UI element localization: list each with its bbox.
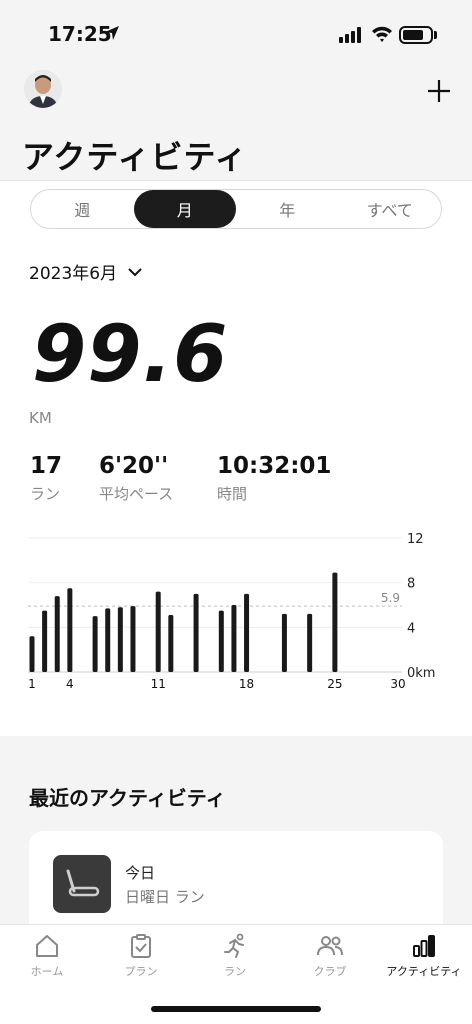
- tab-activity[interactable]: アクティビティ: [377, 933, 471, 979]
- chevron-down-icon: [128, 267, 142, 276]
- tab-activity-label: アクティビティ: [386, 965, 462, 978]
- pace-value: 6'20'': [99, 453, 169, 479]
- x-tick-label: 25: [327, 677, 342, 691]
- add-button[interactable]: [426, 78, 452, 104]
- y-tick-label: 8: [407, 577, 415, 592]
- period-segmented-control: 週 月 年 すべて: [30, 189, 442, 229]
- chart-bar: [54, 596, 60, 672]
- chart-bar: [218, 610, 224, 672]
- time-value: 10:32:01: [217, 453, 332, 479]
- x-tick-label: 4: [66, 677, 74, 691]
- header-divider: [0, 180, 472, 181]
- recent-activity-title: 最近のアクティビティ: [29, 786, 226, 810]
- runs-label: ラン: [30, 485, 61, 503]
- people-icon: [317, 936, 343, 956]
- chart-bar: [117, 607, 123, 672]
- treadmill-icon: [53, 855, 111, 913]
- chart-bar: [42, 610, 48, 672]
- segment-month[interactable]: 月: [133, 190, 236, 228]
- monthly-distance-chart: 0km 4 8 12 5.9 1 4 11 18 25 30: [28, 532, 435, 691]
- activity-card-subtitle: 日曜日 ラン: [125, 888, 205, 906]
- total-distance: 99.6: [32, 310, 229, 400]
- x-tick-label: 18: [239, 677, 254, 691]
- stat-time: 10:32:01 時間: [217, 453, 331, 504]
- chart-bar: [193, 593, 199, 672]
- period-dropdown[interactable]: 2023年6月: [29, 259, 143, 284]
- segment-all[interactable]: すべて: [339, 190, 442, 228]
- tab-club[interactable]: クラブ: [283, 933, 377, 979]
- page-title: アクティビティ: [22, 138, 248, 176]
- status-bar: 17:25: [0, 0, 472, 62]
- chart-bar: [231, 605, 237, 672]
- home-icon: [36, 935, 58, 957]
- home-indicator: [151, 1006, 321, 1012]
- time-label: 時間: [217, 485, 248, 503]
- tab-plan[interactable]: プラン: [94, 933, 188, 979]
- stat-pace: 6'20'' 平均ペース: [99, 453, 173, 504]
- chart-bar: [105, 608, 111, 672]
- tab-run-label: ラン: [224, 965, 246, 978]
- pace-label: 平均ペース: [99, 485, 174, 503]
- status-time: 17:25: [48, 22, 112, 46]
- distance-unit: KM: [29, 409, 52, 427]
- chart-bar: [67, 588, 73, 672]
- chart-bar: [281, 613, 287, 672]
- cellular-signal-icon: [339, 27, 361, 43]
- period-label: 2023年6月: [29, 264, 118, 284]
- chart-bar: [168, 615, 174, 672]
- chart-bar: [244, 593, 250, 672]
- tab-run[interactable]: ラン: [188, 933, 282, 979]
- chart-bar: [307, 613, 313, 672]
- segment-week[interactable]: 週: [31, 190, 134, 228]
- stat-runs: 17 ラン: [30, 453, 62, 504]
- location-arrow-icon: [105, 26, 119, 40]
- tab-club-label: クラブ: [313, 965, 347, 978]
- tab-home[interactable]: ホーム: [0, 933, 94, 979]
- chart-bar: [92, 616, 98, 672]
- wifi-icon: [372, 26, 392, 42]
- segment-year[interactable]: 年: [236, 190, 339, 228]
- average-label: 5.9: [381, 591, 400, 605]
- runner-icon: [224, 933, 244, 958]
- bar-chart-icon: [413, 935, 435, 957]
- tab-plan-label: プラン: [124, 965, 158, 978]
- runs-value: 17: [30, 453, 63, 479]
- x-tick-label: 30: [390, 677, 405, 691]
- chart-bar: [130, 606, 136, 672]
- clipboard-icon: [131, 934, 151, 958]
- y-tick-label: 0km: [407, 666, 435, 681]
- chart-bar: [29, 636, 35, 672]
- x-tick-label: 1: [28, 677, 36, 691]
- battery-icon: [399, 26, 433, 44]
- battery-tip: [434, 31, 437, 39]
- y-tick-label: 4: [407, 621, 415, 636]
- chart-bar: [155, 591, 161, 672]
- y-tick-label: 12: [407, 532, 424, 547]
- chart-bar: [332, 572, 338, 672]
- profile-avatar[interactable]: [24, 70, 62, 108]
- x-tick-label: 11: [151, 677, 166, 691]
- tab-home-label: ホーム: [30, 965, 64, 978]
- activity-card-title: 今日: [125, 864, 156, 882]
